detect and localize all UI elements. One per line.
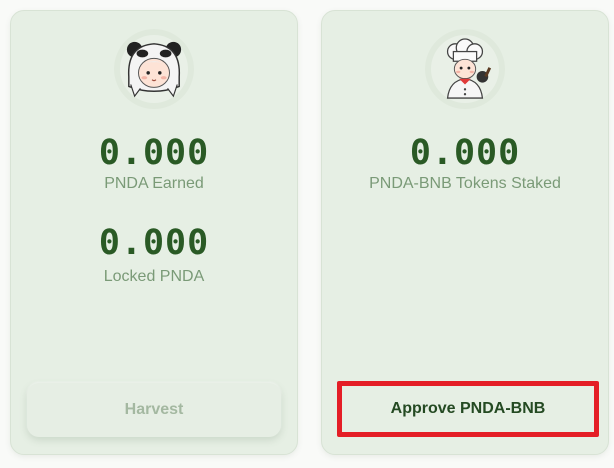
avatar	[114, 29, 194, 109]
staked-label: PNDA-BNB Tokens Staked	[369, 175, 561, 192]
chef-avatar-icon	[446, 38, 492, 99]
panda-hood-avatar-icon	[126, 41, 182, 98]
harvest-button[interactable]: Harvest	[27, 383, 281, 437]
locked-value: 0.000	[98, 223, 210, 263]
approve-pnda-bnb-button[interactable]: Approve PNDA-BNB	[337, 381, 599, 437]
stake-card: 0.000 PNDA-BNB Tokens Staked Approve PND…	[321, 10, 609, 455]
avatar	[425, 29, 505, 109]
locked-label: Locked PNDA	[103, 268, 205, 285]
earned-label: PNDA Earned	[104, 175, 204, 192]
staked-value: 0.000	[409, 133, 521, 173]
earn-card: 0.000 PNDA Earned 0.000 Locked PNDA Harv…	[10, 10, 298, 455]
earned-value: 0.000	[98, 133, 210, 173]
